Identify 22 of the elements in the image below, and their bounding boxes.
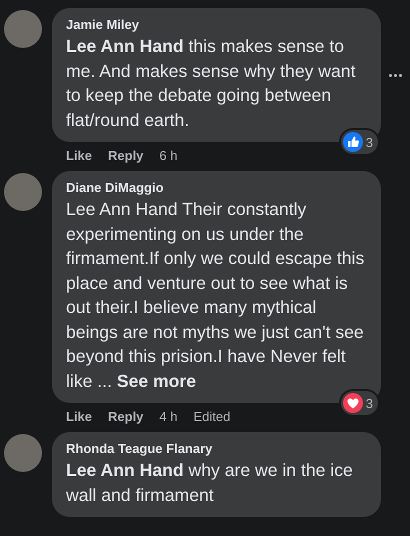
author-name[interactable]: Diane DiMaggio — [66, 179, 367, 197]
avatar[interactable] — [4, 434, 42, 472]
reaction-badge[interactable]: 3 — [340, 391, 378, 415]
action-link[interactable]: Like — [66, 409, 92, 424]
action-link[interactable]: Reply — [108, 148, 144, 163]
reaction-count: 3 — [366, 134, 373, 150]
edited-label: Edited — [194, 409, 230, 424]
comment-text: Lee Ann Hand this makes sense to me. And makes sense why they want to keep the debate going between flat/round earth. — [66, 35, 356, 132]
avatar[interactable] — [4, 173, 42, 211]
comment-text: Lee Ann Hand Their constantly experimenting on us under the firmament.If only we could escape this place and venture out to see what is out their.I believe many mythical beings are not myths we just can't see beyond this prision.I have Never felt like ... See more — [66, 198, 366, 392]
avatar[interactable] — [4, 10, 42, 48]
action-link[interactable]: Like — [66, 148, 92, 163]
author-name[interactable]: Rhonda Teague Flanary — [66, 440, 367, 458]
comment-time[interactable]: 4 h — [159, 409, 178, 424]
action-link[interactable]: Reply — [108, 409, 144, 424]
see-more-link[interactable]: See more — [116, 370, 196, 390]
author-name[interactable]: Jamie Miley — [66, 16, 367, 34]
comment-text: Lee Ann Hand why are we in the ice wall and firmament — [66, 459, 354, 506]
more-options-icon[interactable] — [389, 74, 402, 77]
reaction-count: 3 — [366, 396, 373, 410]
comment-time[interactable]: 6 h — [159, 148, 178, 163]
reaction-badge[interactable]: 3 — [340, 130, 378, 154]
